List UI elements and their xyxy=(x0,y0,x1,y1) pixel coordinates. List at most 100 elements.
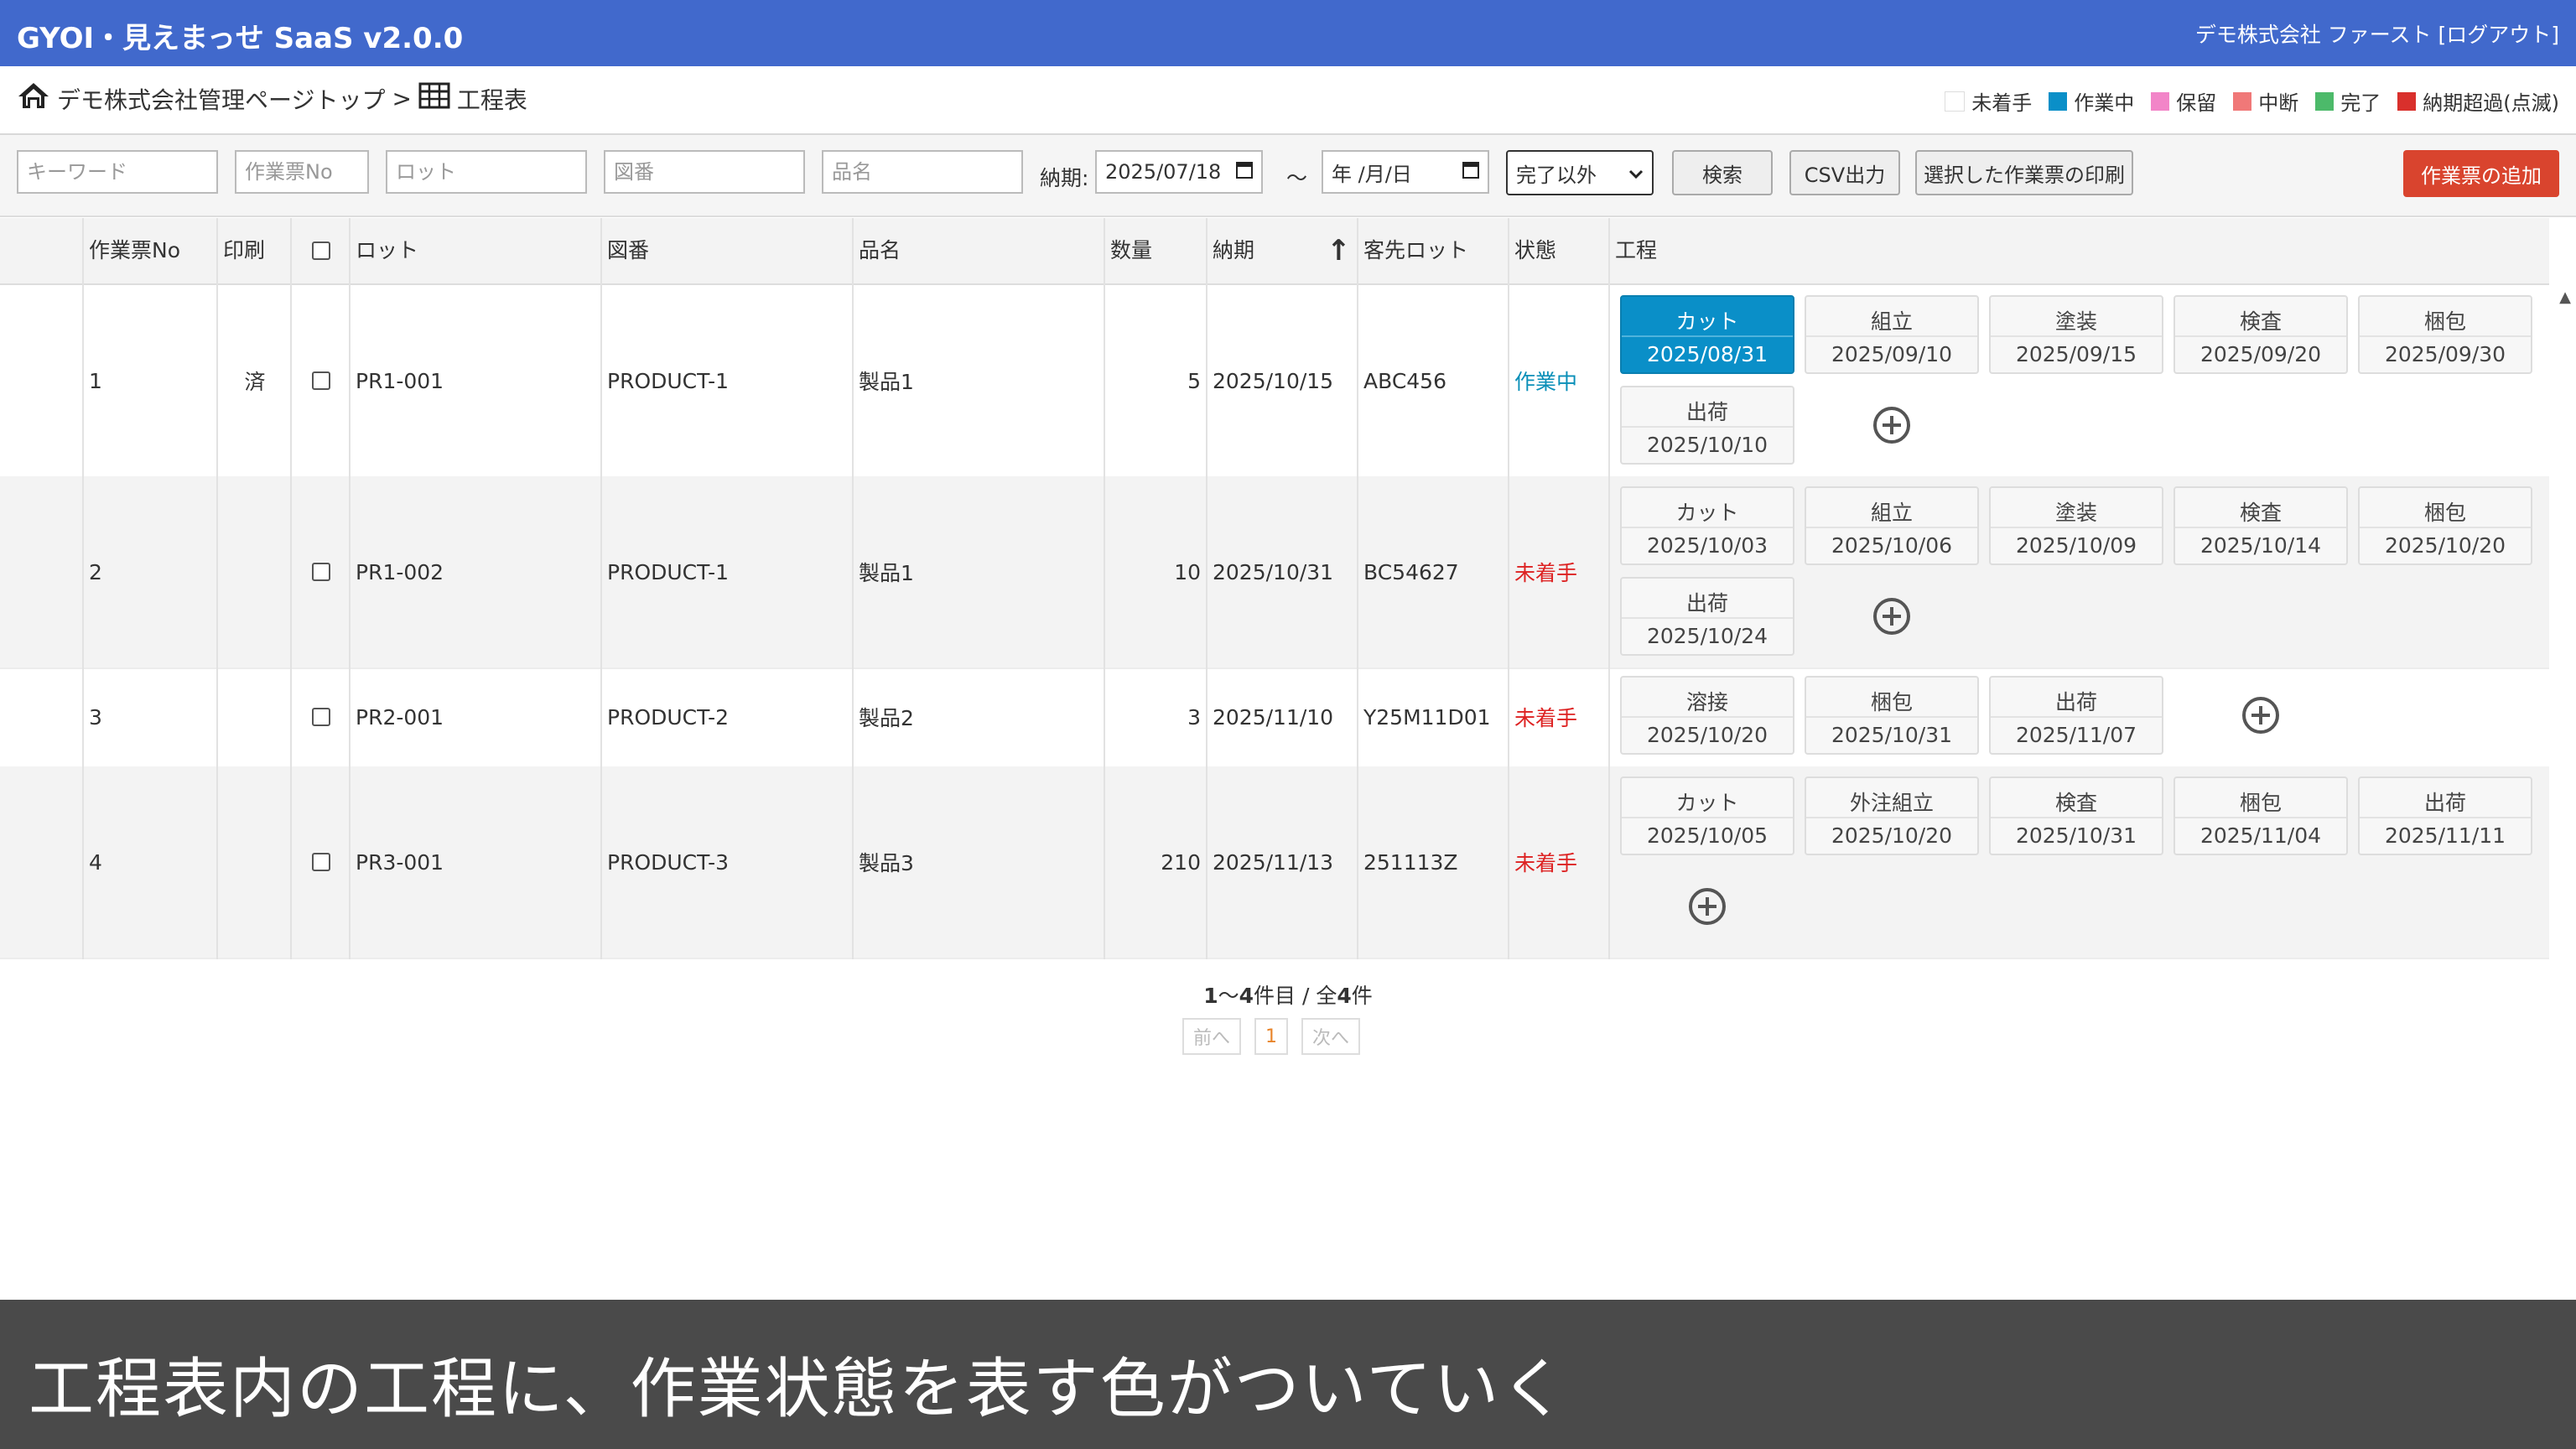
table-row[interactable]: 1 済 PR1-001 PRODUCT-1 製品1 5 2025/10/15 ABC456 作業… xyxy=(0,285,2549,478)
header-customer-lot[interactable]: 客先ロット xyxy=(1358,218,1509,283)
header-lot[interactable]: ロット xyxy=(351,218,602,283)
legend-item: 完了 xyxy=(2315,86,2381,116)
status-filter-select[interactable]: 完了以外 xyxy=(1506,150,1654,195)
process-card[interactable]: 出荷 2025/11/07 xyxy=(1989,676,2163,755)
process-divider xyxy=(1806,716,1977,718)
process-date: 2025/10/24 xyxy=(1646,624,1768,648)
pager-info: 1～4件目 / 全4件 xyxy=(1203,984,1373,1008)
header-due[interactable]: 納期 xyxy=(1208,218,1308,283)
calendar-icon[interactable] xyxy=(1462,160,1479,184)
cell-qty: 210 xyxy=(1161,849,1201,875)
add-process-icon[interactable] xyxy=(1688,887,1727,926)
filter-bar: 納期: 2025/07/18 ～ 年 /月/日 完了以外 検索 CSV出力 選択… xyxy=(0,135,2576,217)
process-card[interactable]: カット 2025/10/05 xyxy=(1620,776,1794,855)
process-card[interactable]: 検査 2025/10/31 xyxy=(1989,776,2163,855)
cell-select xyxy=(292,667,351,766)
row-select-checkbox[interactable] xyxy=(312,371,330,390)
header-process: 工程 xyxy=(1615,238,1658,262)
add-process-icon[interactable] xyxy=(2241,696,2280,735)
prev-page-button[interactable]: 前へ xyxy=(1182,1018,1241,1055)
home-icon[interactable] xyxy=(17,81,50,116)
process-divider xyxy=(2175,335,2346,337)
calendar-icon[interactable] xyxy=(1236,160,1253,184)
cell-status: 未着手 xyxy=(1514,561,1578,585)
process-card[interactable]: カット 2025/10/03 xyxy=(1620,486,1794,565)
process-date: 2025/10/10 xyxy=(1646,433,1768,457)
cell-lot: PR2-001 xyxy=(356,704,444,730)
process-card[interactable]: 梱包 2025/09/30 xyxy=(2358,295,2532,374)
header-status[interactable]: 状態 xyxy=(1509,218,1610,283)
process-card[interactable]: 組立 2025/09/10 xyxy=(1805,295,1979,374)
process-date: 2025/10/20 xyxy=(1646,723,1768,747)
cell-qty: 10 xyxy=(1174,559,1201,584)
due-to-date[interactable]: 年 /月/日 xyxy=(1322,150,1489,194)
header-select-all xyxy=(292,218,351,283)
breadcrumb-home-link[interactable]: デモ株式会社管理ページトップ xyxy=(57,82,385,116)
process-divider xyxy=(1622,617,1793,619)
user-logout-link[interactable]: デモ株式会社 ファースト [ログアウト] xyxy=(2195,18,2559,49)
process-divider xyxy=(2360,335,2531,337)
table-row[interactable]: 3 PR2-001 PRODUCT-2 製品2 3 2025/11/10 Y25M11D01… xyxy=(0,667,2549,768)
table-row[interactable]: 4 PR3-001 PRODUCT-3 製品3 210 2025/11/13 251113Z… xyxy=(0,766,2549,959)
process-date: 2025/10/20 xyxy=(1831,823,1953,848)
header-ticket-no[interactable]: 作業票No xyxy=(84,218,218,283)
process-card[interactable]: 塗装 2025/10/09 xyxy=(1989,486,2163,565)
keyword-input[interactable] xyxy=(17,150,218,194)
process-date: 2025/10/31 xyxy=(2015,823,2137,848)
table-row[interactable]: 2 PR1-002 PRODUCT-1 製品1 10 2025/10/31 BC54627 未… xyxy=(0,476,2549,669)
column-divider xyxy=(1608,218,1610,959)
process-card[interactable]: 出荷 2025/10/24 xyxy=(1620,577,1794,656)
cell-product: 製品3 xyxy=(859,851,914,875)
add-process-icon[interactable] xyxy=(1872,597,1911,636)
legend-label: 中断 xyxy=(2258,91,2299,115)
header-product[interactable]: 品名 xyxy=(854,218,1105,283)
process-divider xyxy=(2175,817,2346,818)
drawing-input[interactable] xyxy=(604,150,805,194)
process-card[interactable]: 梱包 2025/11/04 xyxy=(2174,776,2348,855)
column-divider xyxy=(1104,218,1105,959)
cell-customer-lot: BC54627 xyxy=(1363,559,1459,584)
cell-qty: 3 xyxy=(1187,704,1201,730)
process-card[interactable]: 出荷 2025/11/11 xyxy=(2358,776,2532,855)
cell-lot: PR1-002 xyxy=(356,559,444,584)
add-ticket-button[interactable]: 作業票の追加 xyxy=(2403,150,2559,197)
next-page-button[interactable]: 次へ xyxy=(1301,1018,1360,1055)
cell-drawing: PRODUCT-3 xyxy=(607,849,730,875)
scroll-up-arrow-icon[interactable]: ▲ xyxy=(2559,288,2571,306)
product-input[interactable] xyxy=(822,150,1023,194)
process-date: 2025/10/05 xyxy=(1646,823,1768,848)
due-from-date[interactable]: 2025/07/18 xyxy=(1095,150,1263,194)
process-name: 組立 xyxy=(1870,501,1913,525)
process-card[interactable]: 外注組立 2025/10/20 xyxy=(1805,776,1979,855)
csv-export-button[interactable]: CSV出力 xyxy=(1789,150,1900,195)
process-card[interactable]: カット 2025/08/31 xyxy=(1620,295,1794,374)
page-1-button[interactable]: 1 xyxy=(1254,1018,1288,1055)
column-divider xyxy=(1357,218,1358,959)
process-card[interactable]: 組立 2025/10/06 xyxy=(1805,486,1979,565)
add-process-icon[interactable] xyxy=(1872,406,1911,444)
row-select-checkbox[interactable] xyxy=(312,853,330,871)
process-divider xyxy=(1622,335,1793,337)
row-select-checkbox[interactable] xyxy=(312,708,330,726)
select-all-checkbox[interactable] xyxy=(312,242,330,260)
process-card[interactable]: 塗装 2025/09/15 xyxy=(1989,295,2163,374)
process-card[interactable]: 出荷 2025/10/10 xyxy=(1620,386,1794,465)
header-qty[interactable]: 数量 xyxy=(1105,218,1208,283)
search-button[interactable]: 検索 xyxy=(1672,150,1773,195)
sort-arrow-icon[interactable]: ↑ xyxy=(1327,218,1358,283)
process-card[interactable]: 梱包 2025/10/20 xyxy=(2358,486,2532,565)
lot-input[interactable] xyxy=(386,150,587,194)
process-date: 2025/11/11 xyxy=(2384,823,2506,848)
process-card[interactable]: 検査 2025/09/20 xyxy=(2174,295,2348,374)
process-date: 2025/08/31 xyxy=(1646,342,1768,366)
process-date: 2025/11/07 xyxy=(2015,723,2137,747)
cell-print: 済 xyxy=(244,370,266,394)
process-card[interactable]: 梱包 2025/10/31 xyxy=(1805,676,1979,755)
row-select-checkbox[interactable] xyxy=(312,563,330,581)
process-card[interactable]: 溶接 2025/10/20 xyxy=(1620,676,1794,755)
column-divider xyxy=(290,218,292,959)
header-drawing[interactable]: 図番 xyxy=(602,218,854,283)
process-card[interactable]: 検査 2025/10/14 xyxy=(2174,486,2348,565)
print-selected-button[interactable]: 選択した作業票の印刷 xyxy=(1915,150,2133,195)
ticket-no-input[interactable] xyxy=(235,150,369,194)
